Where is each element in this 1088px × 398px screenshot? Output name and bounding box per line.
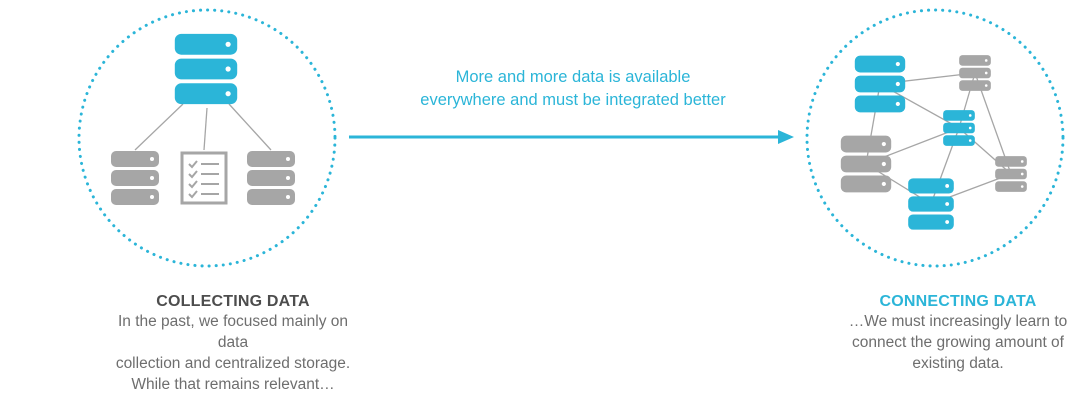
right-line3: existing data.	[912, 355, 1004, 372]
database-icon	[943, 110, 975, 146]
left-line1: In the past, we focused mainly on data	[117, 313, 349, 351]
right-line1: …We must increasingly learn to	[848, 313, 1068, 330]
right-title: CONNECTING DATA	[879, 293, 1037, 310]
database-icon	[247, 151, 295, 205]
checklist-document-icon	[180, 151, 228, 205]
database-icon	[959, 55, 991, 91]
database-icon	[995, 156, 1027, 192]
arrow-caption: More and more data is available everywhe…	[360, 66, 786, 112]
left-title: COLLECTING DATA	[156, 293, 310, 310]
arrow-caption-line1: More and more data is available	[455, 68, 691, 86]
left-caption: COLLECTING DATA In the past, we focused …	[108, 292, 358, 395]
database-icon	[854, 55, 906, 113]
right-caption: CONNECTING DATA …We must increasingly le…	[826, 292, 1088, 374]
database-icon	[840, 135, 892, 193]
left-connector-lines	[134, 103, 272, 151]
left-line3: While that remains relevant…	[131, 376, 335, 393]
database-icon	[111, 151, 159, 205]
arrow	[349, 130, 794, 144]
right-line2: connect the growing amount of	[852, 334, 1064, 351]
database-icon	[908, 178, 954, 230]
left-line2: collection and centralized storage.	[115, 355, 351, 372]
arrow-caption-line2: everywhere and must be integrated better	[420, 91, 726, 109]
database-icon	[174, 33, 238, 105]
